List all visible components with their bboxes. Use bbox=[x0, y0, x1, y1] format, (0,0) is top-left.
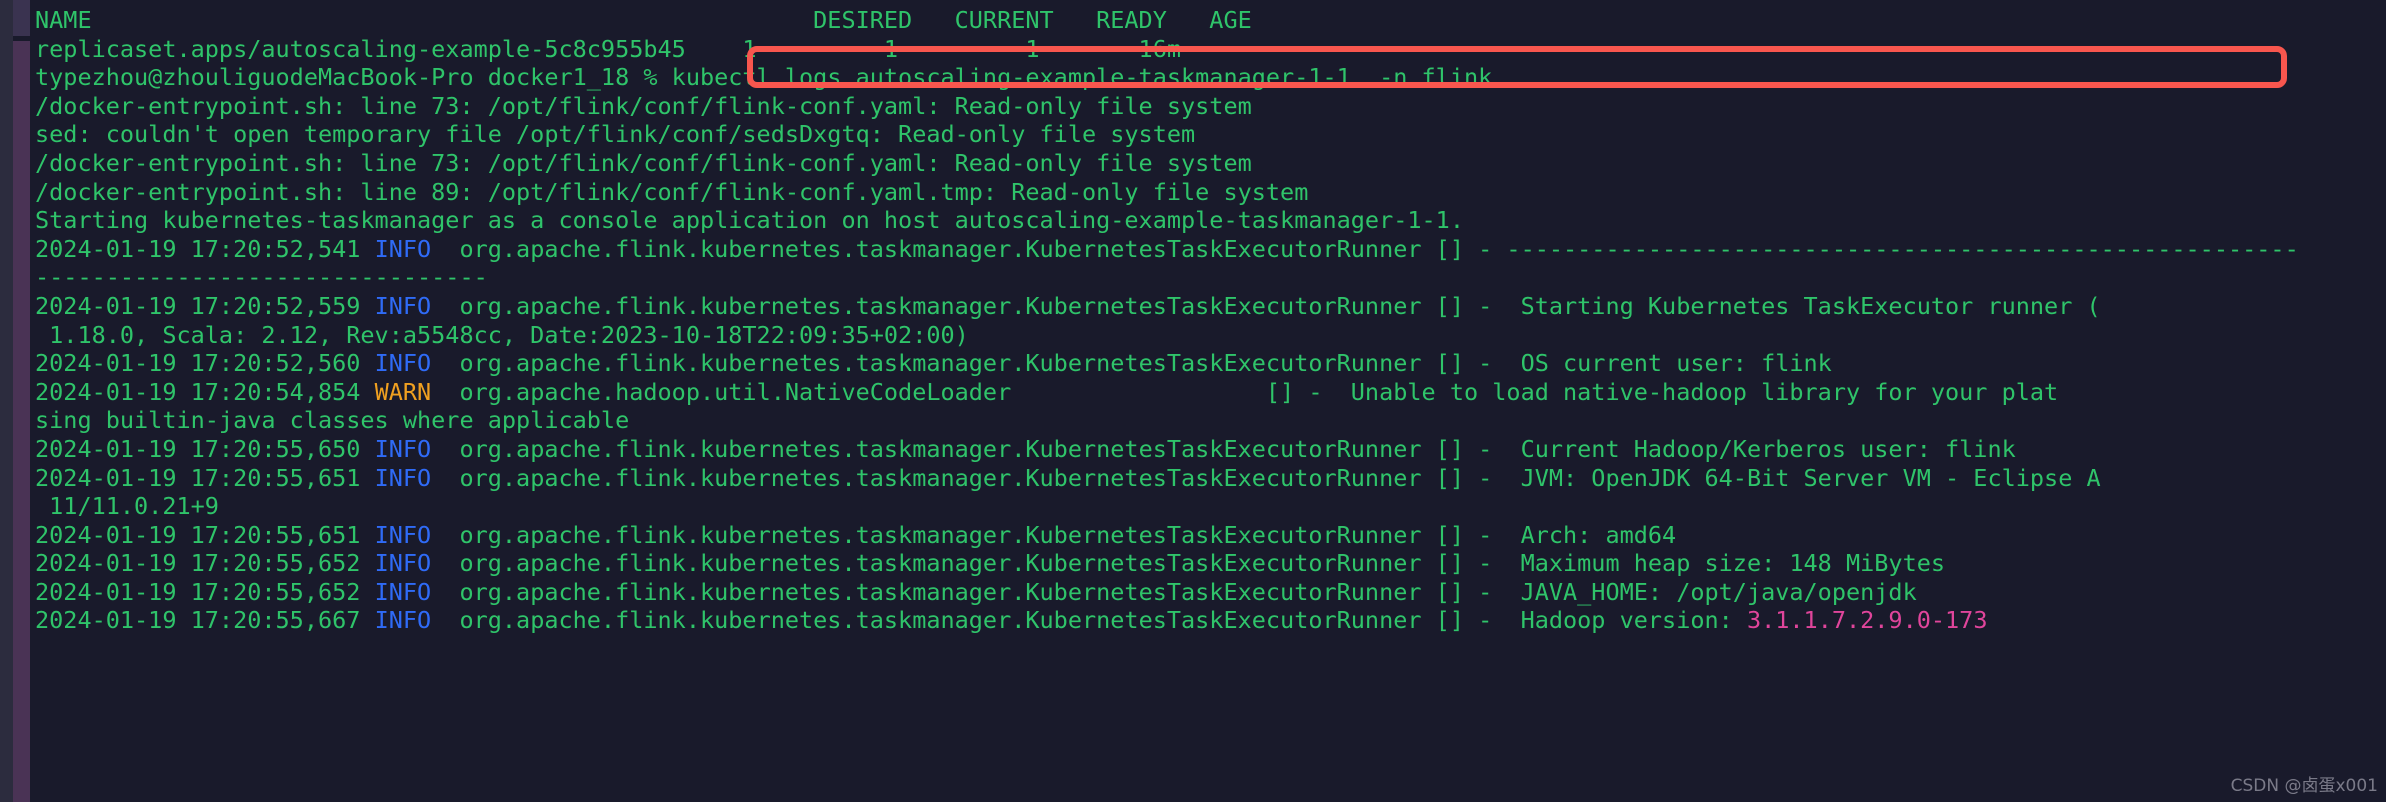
log-timestamp: 2024-01-19 17:20:54,854 bbox=[35, 377, 375, 406]
log-message: ----------------------------------------… bbox=[1506, 234, 2299, 263]
log-level-badge: INFO bbox=[374, 606, 432, 635]
log-line: 2024-01-19 17:20:55,651 INFO org.apache.… bbox=[35, 521, 2386, 550]
log-line: 2024-01-19 17:20:55,650 INFO org.apache.… bbox=[35, 435, 2386, 464]
log-logger: org.apache.flink.kubernetes.taskmanager.… bbox=[431, 291, 1507, 320]
terminal-line: /docker-entrypoint.sh: line 73: /opt/fli… bbox=[35, 92, 2386, 121]
log-logger: org.apache.flink.kubernetes.taskmanager.… bbox=[431, 577, 1507, 606]
log-level-badge: INFO bbox=[374, 434, 432, 463]
log-logger: org.apache.flink.kubernetes.taskmanager.… bbox=[431, 549, 1507, 578]
shell-command[interactable]: kubectl logs autoscaling-example-taskman… bbox=[672, 63, 1493, 91]
log-line: 2024-01-19 17:20:55,651 INFO org.apache.… bbox=[35, 464, 2386, 493]
log-level-badge: INFO bbox=[374, 234, 432, 263]
terminal-window: NAME DESIRED CURRENT READY AGE replicaset… bbox=[0, 0, 2386, 802]
terminal-text: replicaset.apps/autoscaling-example-5c8c… bbox=[35, 34, 1182, 63]
log-timestamp: 2024-01-19 17:20:55,652 bbox=[35, 577, 375, 606]
log-message: OS current user: flink bbox=[1506, 349, 1832, 378]
terminal-line: 1.18.0, Scala: 2.12, Rev:a5548cc, Date:2… bbox=[35, 321, 2386, 350]
log-level-badge: INFO bbox=[374, 291, 432, 320]
window-edge-left bbox=[0, 0, 13, 802]
log-line: 2024-01-19 17:20:55,667 INFO org.apache.… bbox=[35, 606, 2386, 635]
log-message: Starting Kubernetes TaskExecutor runner … bbox=[1506, 291, 2101, 320]
terminal-line: /docker-entrypoint.sh: line 73: /opt/fli… bbox=[35, 149, 2386, 178]
log-logger: org.apache.flink.kubernetes.taskmanager.… bbox=[431, 349, 1507, 378]
log-level-badge: INFO bbox=[374, 577, 432, 606]
log-message: JVM: OpenJDK 64-Bit Server VM - Eclipse … bbox=[1506, 463, 2101, 492]
terminal-line: sing builtin-java classes where applicab… bbox=[35, 406, 2386, 435]
log-timestamp: 2024-01-19 17:20:55,650 bbox=[35, 434, 375, 463]
terminal-line: -------------------------------- bbox=[35, 263, 2386, 292]
log-line: 2024-01-19 17:20:54,854 WARN org.apache.… bbox=[35, 378, 2386, 407]
terminal-text: 11/11.0.21+9 bbox=[35, 492, 219, 521]
log-message: Unable to load native-hadoop library for… bbox=[1336, 377, 2059, 406]
terminal-text: 1.18.0, Scala: 2.12, Rev:a5548cc, Date:2… bbox=[35, 320, 969, 349]
terminal-text: sing builtin-java classes where applicab… bbox=[35, 406, 630, 435]
terminal-text: -------------------------------- bbox=[35, 263, 488, 292]
watermark-label: CSDN @卤蛋x001 bbox=[2230, 776, 2378, 796]
log-line: 2024-01-19 17:20:55,652 INFO org.apache.… bbox=[35, 578, 2386, 607]
log-logger: org.apache.flink.kubernetes.taskmanager.… bbox=[431, 434, 1507, 463]
log-timestamp: 2024-01-19 17:20:55,651 bbox=[35, 463, 375, 492]
log-timestamp: 2024-01-19 17:20:52,560 bbox=[35, 349, 375, 378]
log-timestamp: 2024-01-19 17:20:55,652 bbox=[35, 549, 375, 578]
log-timestamp: 2024-01-19 17:20:55,667 bbox=[35, 606, 375, 635]
terminal-text: Starting kubernetes-taskmanager as a con… bbox=[35, 206, 1464, 235]
terminal-text: /docker-entrypoint.sh: line 73: /opt/fli… bbox=[35, 148, 1252, 177]
log-level-badge: WARN bbox=[374, 377, 432, 406]
log-logger: org.apache.flink.kubernetes.taskmanager.… bbox=[431, 520, 1507, 549]
terminal-output[interactable]: NAME DESIRED CURRENT READY AGE replicaset… bbox=[35, 0, 2386, 802]
shell-prompt: typezhou@zhouliguodeMacBook-Pro docker1_… bbox=[35, 63, 672, 92]
log-logger: org.apache.flink.kubernetes.taskmanager.… bbox=[431, 606, 1507, 635]
log-timestamp: 2024-01-19 17:20:55,651 bbox=[35, 520, 375, 549]
terminal-line: NAME DESIRED CURRENT READY AGE bbox=[35, 6, 2386, 35]
log-level-badge: INFO bbox=[374, 549, 432, 578]
window-titlebar-strip bbox=[13, 0, 30, 36]
log-logger: org.apache.flink.kubernetes.taskmanager.… bbox=[431, 463, 1507, 492]
log-message: JAVA_HOME: /opt/java/openjdk bbox=[1506, 577, 1917, 606]
log-message-version: 3.1.1.7.2.9.0-173 bbox=[1746, 606, 1988, 635]
log-timestamp: 2024-01-19 17:20:52,541 bbox=[35, 234, 375, 263]
terminal-text: sed: couldn't open temporary file /opt/f… bbox=[35, 120, 1196, 149]
terminal-text: /docker-entrypoint.sh: line 73: /opt/fli… bbox=[35, 91, 1252, 120]
log-level-badge: INFO bbox=[374, 520, 432, 549]
log-logger: org.apache.hadoop.util.NativeCodeLoader … bbox=[431, 377, 1337, 406]
terminal-text: NAME DESIRED CURRENT READY AGE bbox=[35, 6, 1252, 34]
terminal-line: sed: couldn't open temporary file /opt/f… bbox=[35, 120, 2386, 149]
terminal-line: Starting kubernetes-taskmanager as a con… bbox=[35, 206, 2386, 235]
log-level-badge: INFO bbox=[374, 463, 432, 492]
log-line: 2024-01-19 17:20:52,559 INFO org.apache.… bbox=[35, 292, 2386, 321]
log-message: Hadoop version: bbox=[1506, 606, 1747, 635]
shell-command-line: typezhou@zhouliguodeMacBook-Pro docker1_… bbox=[35, 63, 2386, 92]
log-logger: org.apache.flink.kubernetes.taskmanager.… bbox=[431, 234, 1507, 263]
window-sidebar-strip bbox=[13, 41, 30, 802]
log-line: 2024-01-19 17:20:55,652 INFO org.apache.… bbox=[35, 549, 2386, 578]
terminal-text: /docker-entrypoint.sh: line 89: /opt/fli… bbox=[35, 177, 1309, 206]
log-level-badge: INFO bbox=[374, 349, 432, 378]
log-timestamp: 2024-01-19 17:20:52,559 bbox=[35, 291, 375, 320]
terminal-line: replicaset.apps/autoscaling-example-5c8c… bbox=[35, 35, 2386, 64]
log-message: Current Hadoop/Kerberos user: flink bbox=[1506, 434, 2016, 463]
log-message: Arch: amd64 bbox=[1506, 520, 1677, 549]
log-message: Maximum heap size: 148 MiBytes bbox=[1506, 549, 1946, 578]
log-line: 2024-01-19 17:20:52,560 INFO org.apache.… bbox=[35, 349, 2386, 378]
terminal-line: /docker-entrypoint.sh: line 89: /opt/fli… bbox=[35, 178, 2386, 207]
log-line: 2024-01-19 17:20:52,541 INFO org.apache.… bbox=[35, 235, 2386, 264]
terminal-line: 11/11.0.21+9 bbox=[35, 492, 2386, 521]
